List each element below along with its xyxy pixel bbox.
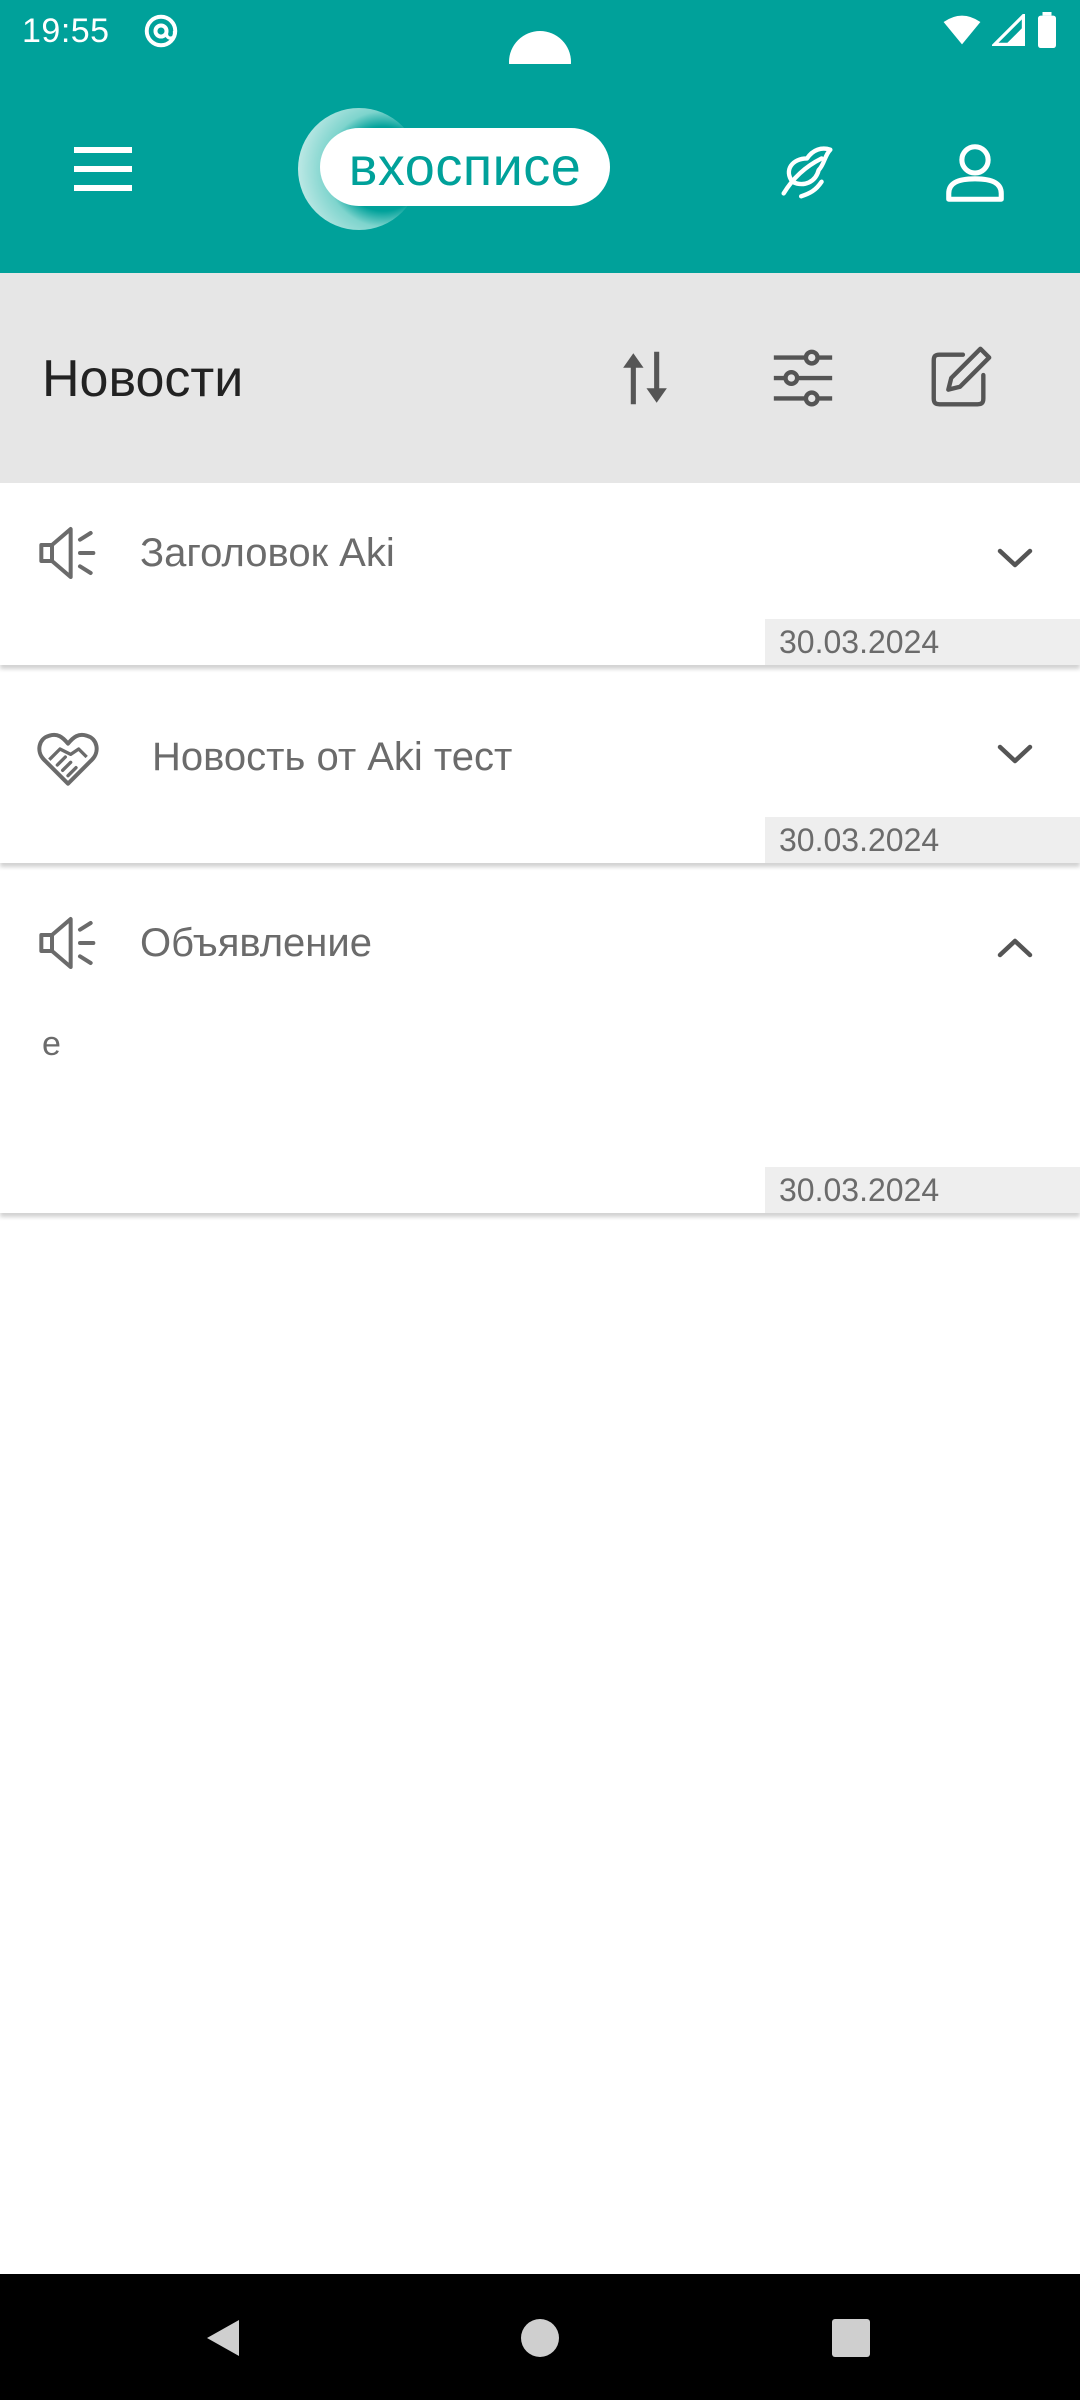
chevron-down-icon[interactable]: [990, 541, 1040, 577]
recents-icon[interactable]: [829, 2316, 873, 2360]
notification-at-icon: [144, 14, 178, 48]
news-body: е: [42, 1025, 61, 1063]
logo-text: вхосписе: [320, 128, 610, 206]
app-logo[interactable]: вхосписе: [296, 106, 616, 232]
sort-icon[interactable]: [610, 343, 680, 413]
handshake-heart-icon: [37, 732, 99, 786]
user-icon[interactable]: [940, 138, 1010, 208]
news-date: 30.03.2024: [765, 619, 1080, 665]
news-card[interactable]: Объявление е 30.03.2024: [0, 879, 1080, 1213]
status-bar: 19:55: [0, 0, 1080, 93]
filter-sliders-icon[interactable]: [768, 343, 838, 413]
news-date: 30.03.2024: [765, 1167, 1080, 1213]
page-title: Новости: [42, 350, 244, 408]
news-date: 30.03.2024: [765, 817, 1080, 863]
news-title: Объявление: [140, 921, 372, 965]
news-card[interactable]: Новость от Aki тест 30.03.2024: [0, 681, 1080, 863]
megaphone-icon: [39, 917, 96, 969]
news-card[interactable]: Заголовок Aki 30.03.2024: [0, 483, 1080, 665]
app-bar: вхосписе: [0, 64, 1080, 273]
home-icon[interactable]: [518, 2316, 562, 2360]
leaf-icon[interactable]: [772, 138, 842, 208]
chevron-up-icon[interactable]: [990, 929, 1040, 965]
status-time: 19:55: [22, 12, 110, 50]
news-title: Заголовок Aki: [140, 531, 395, 575]
edit-icon[interactable]: [925, 343, 995, 413]
signal-icon: [992, 14, 1025, 46]
system-nav-bar: [0, 2274, 1080, 2400]
back-icon[interactable]: [203, 2316, 247, 2360]
megaphone-icon: [39, 527, 96, 579]
section-toolbar: Новости: [0, 273, 1080, 483]
battery-icon: [1038, 12, 1056, 48]
wifi-icon: [943, 15, 981, 45]
news-title: Новость от Aki тест: [152, 735, 513, 779]
chevron-down-icon[interactable]: [990, 737, 1040, 773]
status-icons: [942, 12, 1058, 48]
menu-icon[interactable]: [72, 144, 134, 194]
